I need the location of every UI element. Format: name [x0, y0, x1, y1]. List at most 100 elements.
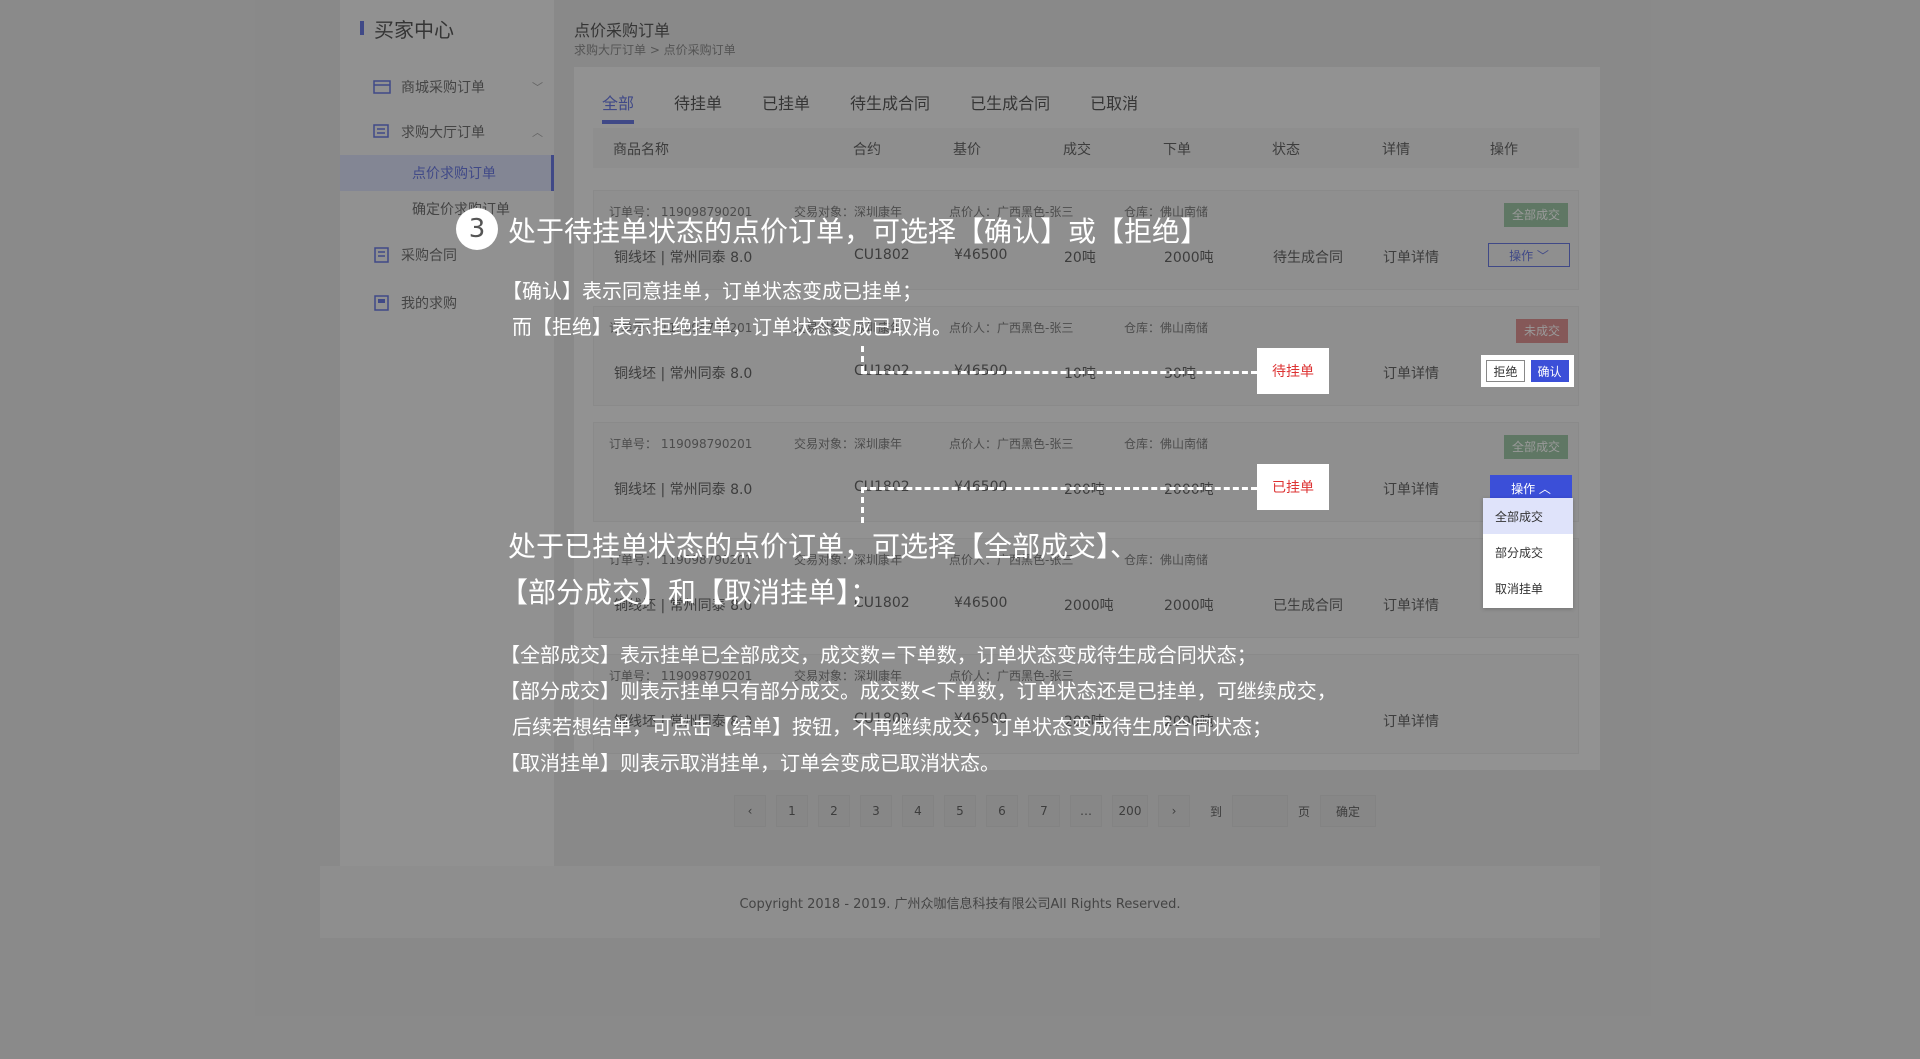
annotation-note: 【全部成交】表示挂单已全部成交，成交数=下单数，订单状态变成待生成合同状态； [500, 643, 1257, 667]
operation-dropdown: 全部成交 部分成交 取消挂单 [1483, 498, 1573, 608]
sidebar-item-label: 我的求购 [401, 296, 457, 312]
tab-contract-created[interactable]: 已生成合同 [970, 90, 1050, 124]
order-qty: 2000吨 [1164, 250, 1214, 266]
tab-pending-contract[interactable]: 待生成合同 [850, 90, 930, 124]
pagination: ‹ 1 2 3 4 5 6 7 … 200 › 到 页 确定 [734, 795, 1377, 827]
page-ellipsis: … [1070, 795, 1102, 827]
operation-button[interactable]: 操作 ﹀ [1488, 243, 1570, 267]
prev-page-button[interactable]: ‹ [734, 795, 766, 827]
connector-line [861, 487, 864, 523]
page-button[interactable]: 6 [986, 795, 1018, 827]
reject-button[interactable]: 拒绝 [1486, 360, 1525, 382]
connector-line [861, 346, 864, 372]
status-listed-highlight: 已挂单 [1257, 464, 1329, 510]
annotation-note: 后续若想结单，可点击【结单】按钮，不再继续成交，订单状态变成待生成合同状态； [512, 715, 1272, 739]
order-detail-link[interactable]: 订单详情 [1383, 247, 1439, 267]
product-name: 铜线坯 | 常州同泰 8.0 [614, 482, 753, 498]
status-badge: 全部成交 [1503, 435, 1568, 459]
annotation-note: 【取消挂单】则表示取消挂单，订单会变成已取消状态。 [500, 751, 1000, 775]
page-unit-label: 页 [1298, 804, 1311, 819]
deal-qty: 20吨 [1064, 250, 1096, 266]
product-name: 铜线坯 | 常州同泰 8.0 [614, 366, 753, 382]
annotation-heading: 【部分成交】和【取消挂单】； [500, 576, 879, 609]
chevron-down-icon: ﹀ [532, 81, 543, 94]
dropdown-item-partial-deal[interactable]: 部分成交 [1483, 534, 1573, 570]
page-button[interactable]: 2 [818, 795, 850, 827]
step-number-badge: 3 [456, 208, 498, 250]
column-header: 状态 [1272, 142, 1300, 158]
order-pricer: 点价人：广西黑色-张三 [949, 437, 1074, 451]
confirm-button[interactable]: 确认 [1530, 360, 1569, 382]
brand-title: 买家中心 [374, 17, 454, 42]
chevron-up-icon: ︿ [532, 126, 543, 139]
sidebar-sub-label: 点价求购订单 [412, 166, 496, 182]
column-header: 基价 [953, 142, 981, 158]
page-button[interactable]: 4 [902, 795, 934, 827]
product-name: 铜线坯 | 常州同泰 8.0 [614, 250, 753, 266]
order-number: 订单号： 119098790201 [609, 437, 753, 451]
status-pending-listing-highlight: 待挂单 [1257, 348, 1329, 394]
tab-all[interactable]: 全部 [602, 90, 635, 124]
column-header: 合约 [853, 142, 881, 158]
sidebar-item-label: 求购大厅订单 [401, 125, 485, 141]
sidebar-item-label: 商城采购订单 [401, 80, 485, 96]
deal-qty: 2000吨 [1064, 598, 1114, 614]
table-header: 商品名称 合约 基价 成交 下单 状态 详情 操作 [593, 128, 1579, 168]
connector-line [861, 371, 1257, 374]
order-detail-link[interactable]: 订单详情 [1383, 595, 1439, 615]
tab-pending-listing[interactable]: 待挂单 [674, 90, 722, 124]
page-button[interactable]: 5 [944, 795, 976, 827]
sidebar-sub-pricing-orders[interactable]: 点价求购订单 [340, 155, 554, 191]
column-header: 详情 [1382, 142, 1410, 158]
annotation-note: 而【拒绝】表示拒绝挂单，订单状态变成已取消。 [512, 315, 952, 339]
store-icon [373, 79, 391, 95]
order-pricer: 点价人：广西黑色-张三 [949, 321, 1074, 335]
tab-cancelled[interactable]: 已取消 [1090, 90, 1138, 124]
page-number-input[interactable] [1232, 795, 1289, 827]
base-price: ¥46500 [954, 595, 1008, 611]
column-header: 商品名称 [613, 142, 669, 158]
column-header: 下单 [1163, 142, 1191, 158]
goto-label: 到 [1210, 804, 1223, 819]
status-badge: 未成交 [1515, 319, 1568, 343]
order-detail-link[interactable]: 订单详情 [1383, 479, 1439, 499]
tab-listed[interactable]: 已挂单 [762, 90, 810, 124]
footer: Copyright 2018 - 2019. 广州众咖信息科技有限公司All R… [320, 866, 1600, 938]
confirm-reject-group: 拒绝 确认 [1481, 355, 1574, 387]
page-button[interactable]: 3 [860, 795, 892, 827]
status-badge: 全部成交 [1503, 203, 1568, 227]
brand-accent-bar [360, 21, 364, 35]
order-qty: 2000吨 [1164, 598, 1214, 614]
doc-icon [373, 295, 391, 311]
page-button[interactable]: 7 [1028, 795, 1060, 827]
breadcrumb[interactable]: 求购大厅订单 > 点价采购订单 [574, 41, 736, 58]
goto-confirm-button[interactable]: 确定 [1320, 795, 1377, 827]
sidebar-item-label: 采购合同 [401, 248, 457, 264]
dropdown-item-full-deal[interactable]: 全部成交 [1483, 498, 1573, 534]
order-status: 待生成合同 [1273, 250, 1343, 266]
annotation-heading: 处于待挂单状态的点价订单，可选择【确认】或【拒绝】 [508, 215, 1209, 248]
order-detail-link[interactable]: 订单详情 [1383, 363, 1439, 383]
column-header: 操作 [1490, 142, 1518, 158]
order-detail-link[interactable]: 订单详情 [1383, 711, 1439, 731]
sidebar-item-mall-orders[interactable]: 商城采购订单 ﹀ [373, 75, 543, 99]
brand: 买家中心 [360, 16, 454, 42]
order-warehouse: 仓库：佛山南储 [1124, 321, 1209, 335]
order-counterparty: 交易对象：深圳康年 [794, 437, 903, 451]
dropdown-item-cancel-listing[interactable]: 取消挂单 [1483, 570, 1573, 606]
contract-icon [373, 247, 391, 263]
sidebar-item-hall-orders[interactable]: 求购大厅订单 ︿ [373, 120, 543, 144]
annotation-note: 【确认】表示同意挂单，订单状态变成已挂单； [502, 279, 922, 303]
annotation-heading: 处于已挂单状态的点价订单，可选择【全部成交】、 [508, 530, 1139, 563]
connector-line [861, 487, 1257, 490]
page-title: 点价采购订单 [574, 21, 671, 40]
page-button[interactable]: 1 [776, 795, 808, 827]
column-header: 成交 [1063, 142, 1091, 158]
page-button[interactable]: 200 [1112, 795, 1148, 827]
next-page-button[interactable]: › [1158, 795, 1190, 827]
table-row: 订单号： 119098790201 交易对象：深圳康年 点价人：广西黑色-张三 … [593, 422, 1579, 522]
order-warehouse: 仓库：佛山南储 [1124, 437, 1209, 451]
order-tabs: 全部 待挂单 已挂单 待生成合同 已生成合同 已取消 [602, 90, 1178, 124]
order-status: 已生成合同 [1273, 598, 1343, 614]
annotation-note: 【部分成交】则表示挂单只有部分成交。成交数<下单数，订单状态还是已挂单，可继续成… [500, 679, 1337, 703]
